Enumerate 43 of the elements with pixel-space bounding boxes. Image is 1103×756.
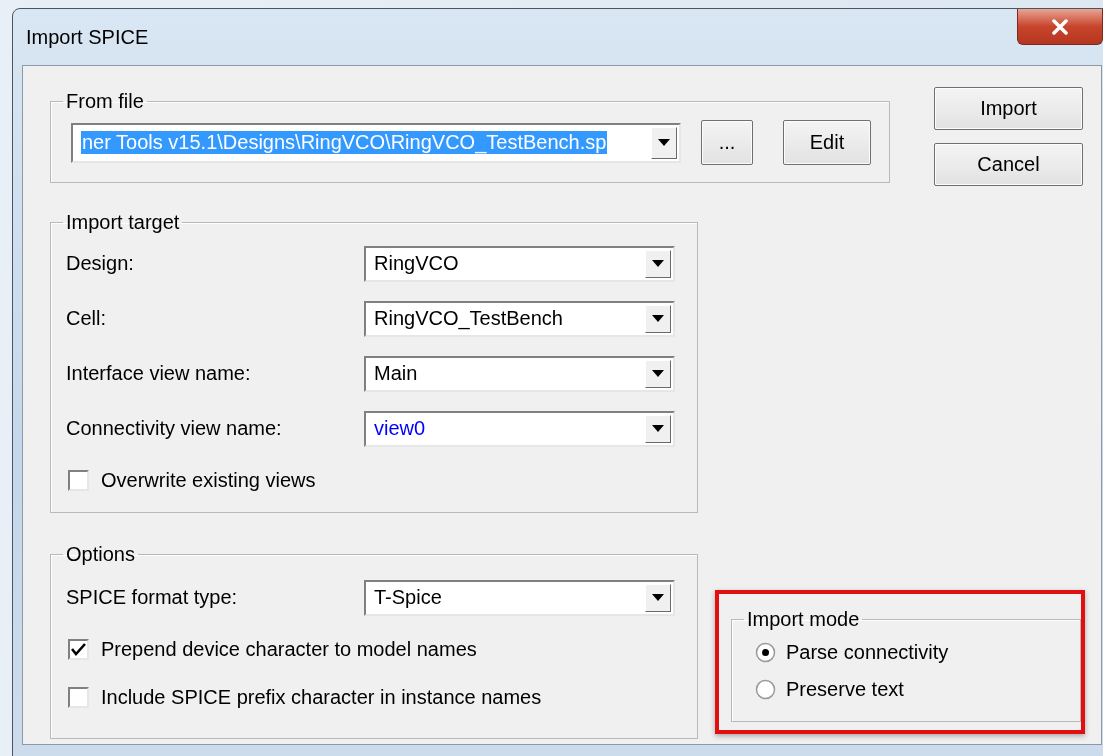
dropdown-button[interactable]: [645, 583, 671, 612]
radio-label[interactable]: Parse connectivity: [786, 641, 949, 664]
radio-button[interactable]: [755, 679, 776, 700]
window-title: Import SPICE: [26, 25, 149, 49]
close-icon: [1051, 18, 1069, 35]
dropdown-field[interactable]: Main: [364, 355, 675, 392]
edit-button[interactable]: Edit: [783, 120, 871, 165]
dropdown-button[interactable]: [645, 359, 671, 388]
caret-icon: [658, 139, 670, 146]
dropdown-button[interactable]: [645, 414, 671, 443]
group-label: Options: [65, 543, 136, 566]
checkbox[interactable]: [68, 686, 89, 708]
caret-icon: [652, 594, 664, 601]
checkbox-label[interactable]: Overwrite existing views: [101, 468, 316, 492]
field-label: SPICE format type:: [66, 586, 239, 609]
caret-icon: [652, 260, 664, 267]
dropdown-button[interactable]: [645, 249, 671, 278]
dropdown-field[interactable]: RingVCO_TestBench: [364, 300, 675, 337]
dropdown-field[interactable]: view0: [364, 410, 675, 447]
checkbox-label[interactable]: Prepend device character to model names: [101, 637, 477, 661]
group-label: Import target: [65, 211, 181, 234]
field-label: Connectivity view name:: [66, 417, 283, 440]
checkbox[interactable]: [68, 638, 89, 660]
group-label: From file: [65, 90, 145, 113]
dropdown-field[interactable]: T-Spice: [364, 579, 675, 616]
browse-button[interactable]: ...: [701, 120, 753, 165]
group-label: Import mode: [746, 608, 861, 631]
caret-icon: [652, 315, 664, 322]
close-button[interactable]: [1017, 9, 1103, 45]
radio-label[interactable]: Preserve text: [786, 678, 904, 701]
cancel-button[interactable]: Cancel: [934, 143, 1083, 186]
caret-icon: [652, 425, 664, 432]
field-label: Design:: [66, 252, 135, 275]
radio-button[interactable]: [755, 642, 776, 663]
dropdown-field[interactable]: RingVCO: [364, 245, 675, 282]
caret-icon: [652, 370, 664, 377]
field-label: Cell:: [66, 307, 107, 330]
import-button[interactable]: Import: [934, 87, 1083, 130]
dropdown-button[interactable]: [645, 304, 671, 333]
checkbox-label[interactable]: Include SPICE prefix character in instance names: [101, 685, 542, 709]
checkbox[interactable]: [68, 469, 89, 491]
dropdown-button[interactable]: [651, 126, 677, 159]
field-label: Interface view name:: [66, 362, 252, 385]
